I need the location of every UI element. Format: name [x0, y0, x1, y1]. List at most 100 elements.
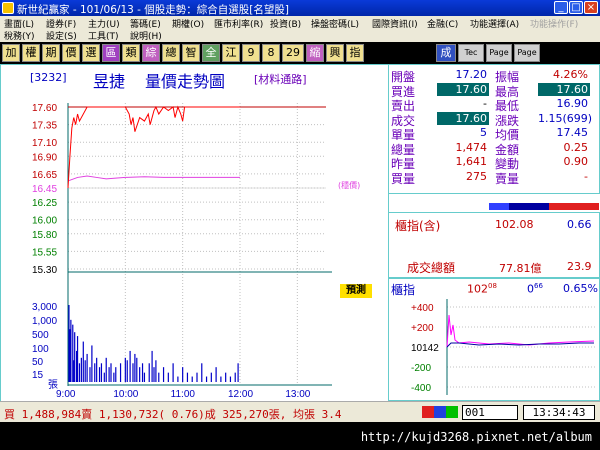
toolbar-button-weight[interactable]: 權 — [22, 44, 40, 62]
menu-finance[interactable]: 金融(C) — [427, 17, 458, 30]
menu-tax[interactable]: 稅務(Y) — [4, 29, 35, 42]
turnover-change: 23.9 — [567, 260, 592, 273]
bid-ask-strip — [388, 194, 600, 212]
quote-value: 4.26% — [553, 68, 588, 81]
average-price-line — [67, 175, 240, 182]
toolbar-button-rise[interactable]: 興 — [326, 44, 344, 62]
mini-tick-label: -400 — [411, 383, 431, 394]
index-value: 102.08 — [495, 218, 534, 231]
bid-indicator — [434, 406, 446, 418]
toolbar-button-index[interactable]: 指 — [346, 44, 364, 62]
close-button[interactable]: × — [584, 1, 598, 14]
quote-value: 16.90 — [556, 97, 589, 110]
volume-tick-label: 3,000 — [32, 302, 57, 313]
mini-tick-label: 10142 — [411, 343, 439, 354]
time-tick-label: 9:00 — [56, 389, 76, 400]
menu-trade-code[interactable]: 操盤密碼(L) — [311, 17, 359, 30]
price-tick-label: 16.45 — [32, 184, 57, 195]
toolbar-button-futures[interactable]: 期 — [42, 44, 60, 62]
price-tick-label: 17.10 — [32, 138, 57, 149]
stock-name: 昱捷 — [93, 72, 126, 91]
toolbar-button-select[interactable]: 選 — [82, 44, 100, 62]
time-tick-label: 11:00 — [171, 389, 196, 400]
minimize-button[interactable]: _ — [554, 1, 568, 14]
watermark-bar: http://kujd3268.pixnet.net/album — [0, 422, 600, 450]
toolbar-button-29[interactable]: 29 — [282, 44, 304, 62]
app-icon — [2, 2, 14, 14]
toolbar-button-add[interactable]: 加 — [2, 44, 20, 62]
toolbar: 加 權 期 價 選 區 類 綜 總 智 全 江 9 8 29 縮 興 指 成 T… — [0, 42, 600, 64]
toolbar-button-category[interactable]: 類 — [122, 44, 140, 62]
turnover-value: 77.81億 — [499, 262, 542, 275]
toolbar-button-all[interactable]: 全 — [202, 44, 220, 62]
chart-title: 量價走勢圖 — [145, 72, 226, 91]
mini-tick-label: +200 — [411, 323, 434, 334]
price-tick-label: 16.65 — [32, 170, 57, 181]
price-tick-label: 16.00 — [32, 216, 57, 227]
mini-index-line — [446, 314, 595, 348]
toolbar-button-deal[interactable]: 成 — [436, 44, 456, 62]
toolbar-button-tec[interactable]: Tec — [458, 44, 484, 62]
toolbar-button-8[interactable]: 8 — [262, 44, 280, 62]
price-tick-label: 17.35 — [32, 121, 57, 132]
price-volume-chart[interactable]: 17.60 17.35 17.10 16.90 16.65 16.45 16.25 16.00… — [0, 64, 388, 401]
toolbar-button-page-down[interactable]: Page — [514, 44, 540, 62]
toolbar-button-page-up[interactable]: Page — [486, 44, 512, 62]
stock-code: [3232] — [30, 71, 67, 84]
bid-bar — [489, 203, 509, 210]
toolbar-button-zone[interactable]: 區 — [102, 44, 120, 62]
time-tick-label: 13:00 — [285, 389, 310, 400]
menu-help[interactable]: 說明(H) — [130, 29, 162, 42]
menu-function-ops[interactable]: 功能操作(F) — [530, 17, 578, 30]
flat-indicator — [446, 406, 458, 418]
bid-bar-dark — [509, 203, 549, 210]
toolbar-button-smart[interactable]: 智 — [182, 44, 200, 62]
toolbar-button-composite[interactable]: 綜 — [142, 44, 160, 62]
menu-forex[interactable]: 匯市利率(R) — [214, 17, 263, 30]
quote-value: 17.60 — [437, 82, 489, 96]
toolbar-button-9[interactable]: 9 — [242, 44, 260, 62]
quote-value: - — [483, 97, 487, 110]
forecast-badge[interactable]: 預測 — [340, 284, 372, 298]
toolbar-button-river[interactable]: 江 — [222, 44, 240, 62]
time-tick-label: 12:00 — [228, 389, 253, 400]
quote-label: 賣量 — [495, 171, 520, 186]
mini-index-chart: +400 +200 10142 -200 -400 — [411, 299, 597, 395]
menu-tools[interactable]: 工具(T) — [88, 29, 119, 42]
menu-intl-info[interactable]: 國際資訊(I) — [372, 17, 418, 30]
menu-invest[interactable]: 投資(B) — [270, 17, 301, 30]
toolbar-button-total[interactable]: 總 — [162, 44, 180, 62]
mini-index-pct: 0.65% — [563, 282, 598, 295]
quote-value: 275 — [466, 169, 487, 183]
quote-value: 1,474 — [455, 140, 488, 154]
clock: 13:34:43 — [523, 405, 595, 420]
toolbar-button-price[interactable]: 價 — [62, 44, 80, 62]
quote-value: 17.60 — [437, 111, 489, 125]
volume-tick-label: 50 — [32, 357, 44, 368]
ask-indicator — [422, 406, 434, 418]
window-title: 新世紀贏家 - 101/06/13 - 個股走勢：綜合自選股[名望股] — [17, 4, 289, 16]
price-tick-label: 16.90 — [32, 152, 57, 163]
stock-code-input[interactable]: 001 — [462, 405, 518, 420]
turnover-label: 成交總額 — [407, 261, 456, 275]
price-tick-label: 17.60 — [32, 103, 57, 114]
menu-options[interactable]: 期權(O) — [172, 17, 204, 30]
menu-settings[interactable]: 設定(S) — [46, 29, 77, 42]
price-tick-label: 15.80 — [32, 230, 57, 241]
toolbar-button-shrink[interactable]: 縮 — [306, 44, 324, 62]
volume-tick-label: 500 — [32, 330, 49, 341]
mini-index-change: 066 — [527, 282, 543, 296]
watermark-url: http://kujd3268.pixnet.net/album — [360, 430, 592, 444]
maximize-button[interactable]: □ — [569, 1, 583, 14]
quote-value: 17.45 — [556, 126, 589, 139]
price-line — [67, 105, 240, 189]
quote-value: 1.15(699) — [538, 111, 593, 125]
mini-avg-line — [446, 342, 594, 348]
mini-tick-label: -200 — [411, 363, 431, 374]
index-label: 櫃指(含) — [395, 219, 441, 233]
quote-value: 0.25 — [563, 140, 589, 154]
quote-value: 5 — [480, 126, 487, 139]
menu-function-select[interactable]: 功能選擇(A) — [470, 17, 519, 30]
quote-value: 17.60 — [538, 82, 590, 96]
volume-tick-label: 100 — [32, 344, 49, 355]
